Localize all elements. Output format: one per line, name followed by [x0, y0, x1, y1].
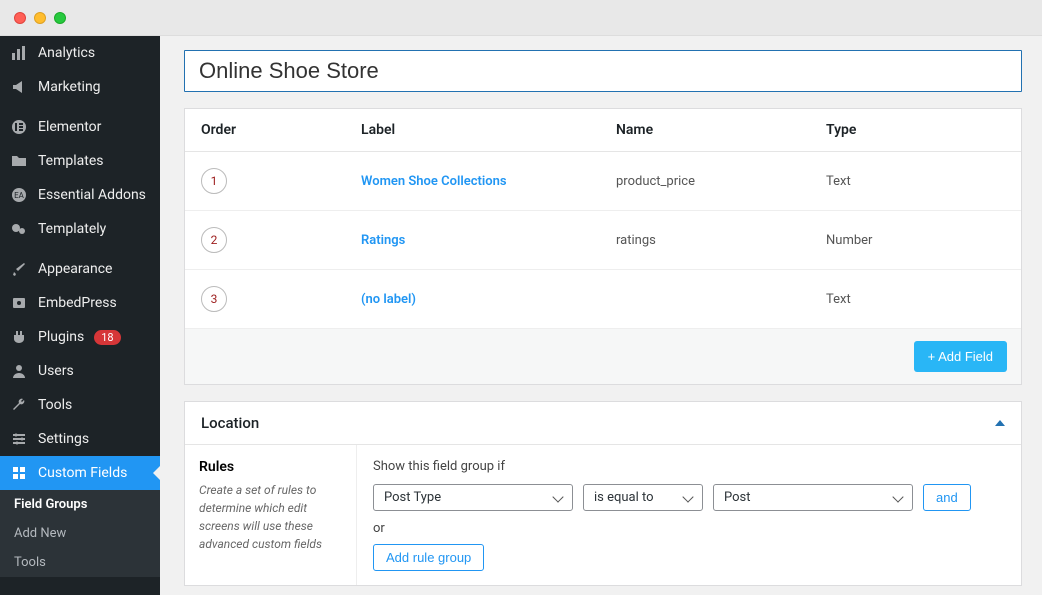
fields-panel: Order Label Name Type 1 Women Shoe Colle… — [184, 108, 1022, 385]
order-handle[interactable]: 1 — [201, 168, 227, 194]
sidebar-label: Custom Fields — [38, 465, 127, 481]
fields-table: Order Label Name Type 1 Women Shoe Colle… — [185, 109, 1021, 329]
rule-operator-select[interactable]: is equal to — [583, 484, 703, 511]
sidebar-item-analytics[interactable]: Analytics — [0, 36, 160, 70]
col-label: Label — [345, 109, 600, 152]
or-label: or — [373, 521, 1005, 536]
rules-title: Rules — [199, 459, 342, 475]
sidebar-label: Tools — [38, 397, 72, 413]
maximize-window-dot[interactable] — [54, 12, 66, 24]
templately-icon — [10, 220, 28, 238]
rules-description: Create a set of rules to determine which… — [199, 481, 342, 553]
add-and-rule-button[interactable]: and — [923, 484, 971, 511]
sidebar-item-templately[interactable]: Templately — [0, 212, 160, 246]
admin-sidebar: Analytics Marketing Elementor Templates … — [0, 36, 160, 595]
col-order: Order — [185, 109, 345, 152]
collapse-icon — [995, 420, 1005, 426]
custom-fields-icon — [10, 464, 28, 482]
user-icon — [10, 362, 28, 380]
order-handle[interactable]: 3 — [201, 286, 227, 312]
settings-icon — [10, 430, 28, 448]
sidebar-label: Appearance — [38, 261, 112, 277]
rule-row: Post Type is equal to Post and — [373, 484, 1005, 511]
sidebar-item-embedpress[interactable]: EmbedPress — [0, 286, 160, 320]
table-row[interactable]: 1 Women Shoe Collections product_price T… — [185, 152, 1021, 211]
col-type: Type — [810, 109, 1021, 152]
table-row[interactable]: 2 Ratings ratings Number — [185, 211, 1021, 270]
sidebar-label: EmbedPress — [38, 295, 117, 311]
table-row[interactable]: 3 (no label) Text — [185, 270, 1021, 329]
field-type: Number — [826, 233, 872, 248]
field-name: product_price — [616, 174, 695, 189]
sidebar-label: Templately — [38, 221, 106, 237]
location-panel-header[interactable]: Location — [185, 402, 1021, 445]
minimize-window-dot[interactable] — [34, 12, 46, 24]
sidebar-item-plugins[interactable]: Plugins 18 — [0, 320, 160, 354]
svg-text:EA: EA — [14, 191, 25, 200]
window-titlebar — [0, 0, 1042, 36]
sidebar-item-templates[interactable]: Templates — [0, 144, 160, 178]
sidebar-item-essential-addons[interactable]: EA Essential Addons — [0, 178, 160, 212]
sidebar-label: Users — [38, 363, 74, 379]
sidebar-item-appearance[interactable]: Appearance — [0, 252, 160, 286]
main-content: Order Label Name Type 1 Women Shoe Colle… — [160, 36, 1042, 595]
rules-instruction: Show this field group if — [373, 459, 1005, 474]
sidebar-item-tools[interactable]: Tools — [0, 388, 160, 422]
elementor-icon — [10, 118, 28, 136]
submenu-field-groups[interactable]: Field Groups — [0, 490, 160, 519]
custom-fields-submenu: Field Groups Add New Tools — [0, 490, 160, 577]
embedpress-icon — [10, 294, 28, 312]
chevron-down-icon — [552, 491, 563, 502]
field-label-link[interactable]: Women Shoe Collections — [361, 174, 507, 189]
sidebar-label: Plugins — [38, 329, 84, 345]
field-name: ratings — [616, 233, 656, 248]
sidebar-label: Settings — [38, 431, 89, 447]
field-type: Text — [826, 292, 851, 307]
sidebar-label: Marketing — [38, 79, 101, 95]
field-label-link[interactable]: Ratings — [361, 233, 405, 248]
chevron-down-icon — [892, 491, 903, 502]
ea-icon: EA — [10, 186, 28, 204]
order-handle[interactable]: 2 — [201, 227, 227, 253]
col-name: Name — [600, 109, 810, 152]
sidebar-label: Essential Addons — [38, 187, 146, 203]
location-heading: Location — [201, 414, 259, 432]
sidebar-item-elementor[interactable]: Elementor — [0, 110, 160, 144]
field-group-title-input[interactable] — [184, 50, 1022, 92]
chevron-down-icon — [682, 491, 693, 502]
folder-icon — [10, 152, 28, 170]
sidebar-label: Analytics — [38, 45, 95, 61]
add-field-button[interactable]: + Add Field — [914, 341, 1007, 372]
field-label-link[interactable]: (no label) — [361, 292, 416, 307]
add-rule-group-button[interactable]: Add rule group — [373, 544, 484, 571]
sidebar-item-users[interactable]: Users — [0, 354, 160, 388]
close-window-dot[interactable] — [14, 12, 26, 24]
sidebar-item-custom-fields[interactable]: Custom Fields — [0, 456, 160, 490]
analytics-icon — [10, 44, 28, 62]
wrench-icon — [10, 396, 28, 414]
sidebar-item-marketing[interactable]: Marketing — [0, 70, 160, 104]
megaphone-icon — [10, 78, 28, 96]
rule-value-select[interactable]: Post — [713, 484, 913, 511]
sidebar-label: Elementor — [38, 119, 101, 135]
field-type: Text — [826, 174, 851, 189]
plugin-icon — [10, 328, 28, 346]
submenu-add-new[interactable]: Add New — [0, 519, 160, 548]
sidebar-label: Templates — [38, 153, 104, 169]
rule-param-select[interactable]: Post Type — [373, 484, 573, 511]
sidebar-item-settings[interactable]: Settings — [0, 422, 160, 456]
submenu-tools[interactable]: Tools — [0, 548, 160, 577]
location-panel: Location Rules Create a set of rules to … — [184, 401, 1022, 586]
brush-icon — [10, 260, 28, 278]
plugin-update-badge: 18 — [94, 330, 120, 345]
